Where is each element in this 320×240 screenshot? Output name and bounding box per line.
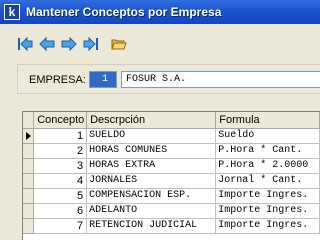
previous-record-icon: [39, 37, 55, 51]
cell-formula[interactable]: Importe Ingres.: [215, 203, 320, 219]
title-bar[interactable]: k Mantener Conceptos por Empresa: [0, 0, 320, 24]
conceptos-table: Concepto Descrpción Formula 1 SUELDO Sueld…: [23, 112, 320, 234]
cell-formula[interactable]: Importe Ingres.: [215, 218, 320, 234]
cell-formula[interactable]: Sueldo: [215, 128, 320, 144]
cell-concepto[interactable]: 5: [33, 188, 88, 204]
window-title: Mantener Conceptos por Empresa: [26, 5, 222, 19]
navigation-toolbar: [14, 33, 130, 55]
first-record-icon: [18, 37, 33, 51]
cell-formula[interactable]: Importe Ingres.: [215, 188, 320, 204]
column-header-formula[interactable]: Formula: [215, 112, 320, 129]
cell-descripcion[interactable]: HORAS COMUNES: [86, 143, 217, 159]
open-folder-icon: [111, 39, 127, 50]
cell-formula[interactable]: P.Hora * Cant.: [215, 143, 320, 159]
app-icon: k: [4, 4, 20, 20]
next-record-button[interactable]: [58, 33, 80, 55]
previous-record-button[interactable]: [36, 33, 58, 55]
table-row[interactable]: 3 HORAS EXTRA P.Hora * 2.0000: [23, 158, 320, 174]
row-indicator[interactable]: [23, 128, 35, 144]
empresa-label: EMPRESA:: [29, 74, 86, 86]
first-record-button[interactable]: [14, 33, 36, 55]
cell-concepto[interactable]: 6: [33, 203, 88, 219]
cell-concepto[interactable]: 7: [33, 218, 88, 234]
row-indicator-header: [23, 112, 35, 129]
column-header-concepto[interactable]: Concepto: [33, 112, 88, 129]
cell-concepto[interactable]: 1: [33, 128, 88, 144]
row-indicator[interactable]: [23, 173, 35, 189]
cell-formula[interactable]: Jornal * Cant.: [215, 173, 320, 189]
row-indicator[interactable]: [23, 188, 35, 204]
cell-descripcion[interactable]: RETENCION JUDICIAL: [86, 218, 217, 234]
next-record-icon: [61, 37, 77, 51]
row-indicator[interactable]: [23, 218, 35, 234]
cell-descripcion[interactable]: COMPENSACION ESP.: [86, 188, 217, 204]
last-record-button[interactable]: [80, 33, 102, 55]
current-row-arrow-icon: [26, 131, 31, 140]
cell-concepto[interactable]: 2: [33, 143, 88, 159]
table-row[interactable]: 7 RETENCION JUDICIAL Importe Ingres.: [23, 218, 320, 234]
table-row[interactable]: 1 SUELDO Sueldo: [23, 128, 320, 144]
row-indicator[interactable]: [23, 143, 35, 159]
table-row[interactable]: 4 JORNALES Jornal * Cant.: [23, 173, 320, 189]
empresa-name-field: FOSUR S.A.: [121, 71, 320, 88]
column-header-descripcion[interactable]: Descrpción: [86, 112, 217, 129]
cell-descripcion[interactable]: JORNALES: [86, 173, 217, 189]
cell-concepto[interactable]: 4: [33, 173, 88, 189]
empresa-code-field[interactable]: 1: [89, 71, 117, 88]
last-record-icon: [83, 37, 98, 51]
cell-formula[interactable]: P.Hora * 2.0000: [215, 158, 320, 174]
cell-descripcion[interactable]: SUELDO: [86, 128, 217, 144]
row-indicator[interactable]: [23, 203, 35, 219]
conceptos-grid[interactable]: Concepto Descrpción Formula 1 SUELDO Sueld…: [22, 111, 320, 240]
cell-descripcion[interactable]: ADELANTO: [86, 203, 217, 219]
table-row[interactable]: 6 ADELANTO Importe Ingres.: [23, 203, 320, 219]
cell-concepto[interactable]: 3: [33, 158, 88, 174]
row-indicator[interactable]: [23, 158, 35, 174]
open-button[interactable]: [108, 33, 130, 55]
empresa-panel: EMPRESA: 1 FOSUR S.A.: [17, 64, 320, 94]
grid-body: 1 SUELDO Sueldo 2 HORAS COMUNES P.Hora * Cant…: [23, 128, 320, 234]
cell-descripcion[interactable]: HORAS EXTRA: [86, 158, 217, 174]
table-row[interactable]: 5 COMPENSACION ESP. Importe Ingres.: [23, 188, 320, 204]
table-row[interactable]: 2 HORAS COMUNES P.Hora * Cant.: [23, 143, 320, 159]
header-row: Concepto Descrpción Formula: [23, 112, 320, 129]
